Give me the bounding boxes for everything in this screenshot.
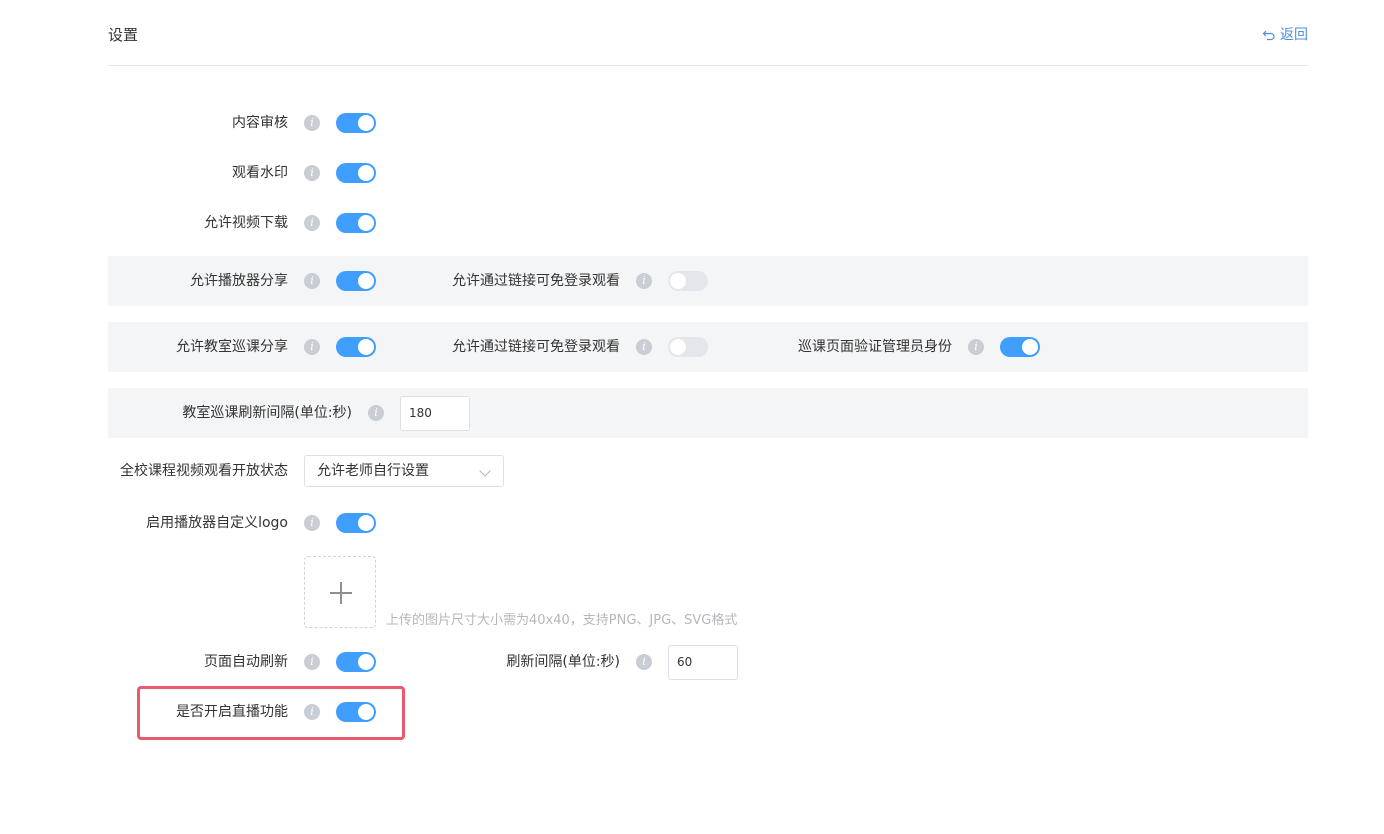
info-icon[interactable]: i: [304, 215, 320, 231]
setting-row-custom-logo: 启用播放器自定义logo i: [108, 498, 1308, 548]
undo-arrow-icon: [1262, 30, 1275, 41]
info-icon[interactable]: i: [636, 273, 652, 289]
setting-label: 内容审核: [232, 115, 288, 131]
setting-row-video-open-status: 全校课程视频观看开放状态: [108, 446, 1308, 496]
player-share-link-login-toggle[interactable]: [668, 271, 708, 291]
setting-label: 启用播放器自定义logo: [146, 515, 288, 531]
setting-label: 观看水印: [232, 165, 288, 181]
player-share-toggle[interactable]: [336, 271, 376, 291]
setting-label: 允许播放器分享: [190, 273, 288, 289]
select-value: 允许老师自行设置: [317, 463, 429, 479]
setting-row-video-download: 允许视频下载 i: [108, 198, 1308, 248]
setting-label: 全校课程视频观看开放状态: [120, 463, 288, 479]
setting-row-classroom-share: 允许教室巡课分享 i 允许通过链接可免登录观看 i 巡课页面验证管理员身份 i: [108, 322, 1308, 372]
setting-label: 刷新间隔(单位:秒): [506, 654, 620, 670]
refresh-interval-input[interactable]: 60: [668, 645, 738, 680]
page-title: 设置: [108, 26, 139, 44]
video-download-toggle[interactable]: [336, 213, 376, 233]
setting-row-patrol-refresh: 教室巡课刷新间隔(单位:秒) i 180: [108, 388, 1308, 438]
classroom-share-link-login-toggle[interactable]: [668, 337, 708, 357]
highlight-box: [137, 686, 405, 740]
setting-label: 巡课页面验证管理员身份: [798, 339, 952, 355]
logo-upload-button[interactable]: [304, 556, 376, 628]
setting-label: 页面自动刷新: [204, 654, 288, 670]
patrol-refresh-interval-input[interactable]: 180: [400, 396, 470, 431]
info-icon[interactable]: i: [304, 654, 320, 670]
info-icon[interactable]: i: [636, 654, 652, 670]
info-icon[interactable]: i: [636, 339, 652, 355]
setting-label: 允许视频下载: [204, 215, 288, 231]
classroom-share-toggle[interactable]: [336, 337, 376, 357]
info-icon[interactable]: i: [304, 515, 320, 531]
chevron-down-icon: [479, 465, 491, 477]
setting-row-watermark: 观看水印 i: [108, 148, 1308, 198]
auto-refresh-toggle[interactable]: [336, 652, 376, 672]
info-icon[interactable]: i: [304, 165, 320, 181]
page-header: 设置 返回: [108, 0, 1308, 66]
setting-label: 允许通过链接可免登录观看: [452, 273, 620, 289]
patrol-verify-admin-toggle[interactable]: [1000, 337, 1040, 357]
setting-row-player-share: 允许播放器分享 i 允许通过链接可免登录观看 i: [108, 256, 1308, 306]
info-icon[interactable]: i: [968, 339, 984, 355]
video-open-status-select[interactable]: 允许老师自行设置: [304, 455, 504, 487]
upload-hint: 上传的图片尺寸大小需为40x40，支持PNG、JPG、SVG格式: [386, 613, 738, 628]
info-icon[interactable]: i: [304, 115, 320, 131]
setting-row-content-review: 内容审核 i: [108, 98, 1308, 148]
info-icon[interactable]: i: [368, 405, 384, 421]
info-icon[interactable]: i: [304, 273, 320, 289]
back-button[interactable]: 返回: [1262, 25, 1308, 45]
back-label: 返回: [1280, 27, 1308, 43]
info-icon[interactable]: i: [304, 339, 320, 355]
setting-label: 允许教室巡课分享: [176, 339, 288, 355]
setting-label: 教室巡课刷新间隔(单位:秒): [182, 405, 352, 421]
custom-logo-toggle[interactable]: [336, 513, 376, 533]
watermark-toggle[interactable]: [336, 163, 376, 183]
content-review-toggle[interactable]: [336, 113, 376, 133]
setting-row-auto-refresh: 页面自动刷新 i 刷新间隔(单位:秒) i 60: [108, 637, 1308, 687]
setting-label: 允许通过链接可免登录观看: [452, 339, 620, 355]
